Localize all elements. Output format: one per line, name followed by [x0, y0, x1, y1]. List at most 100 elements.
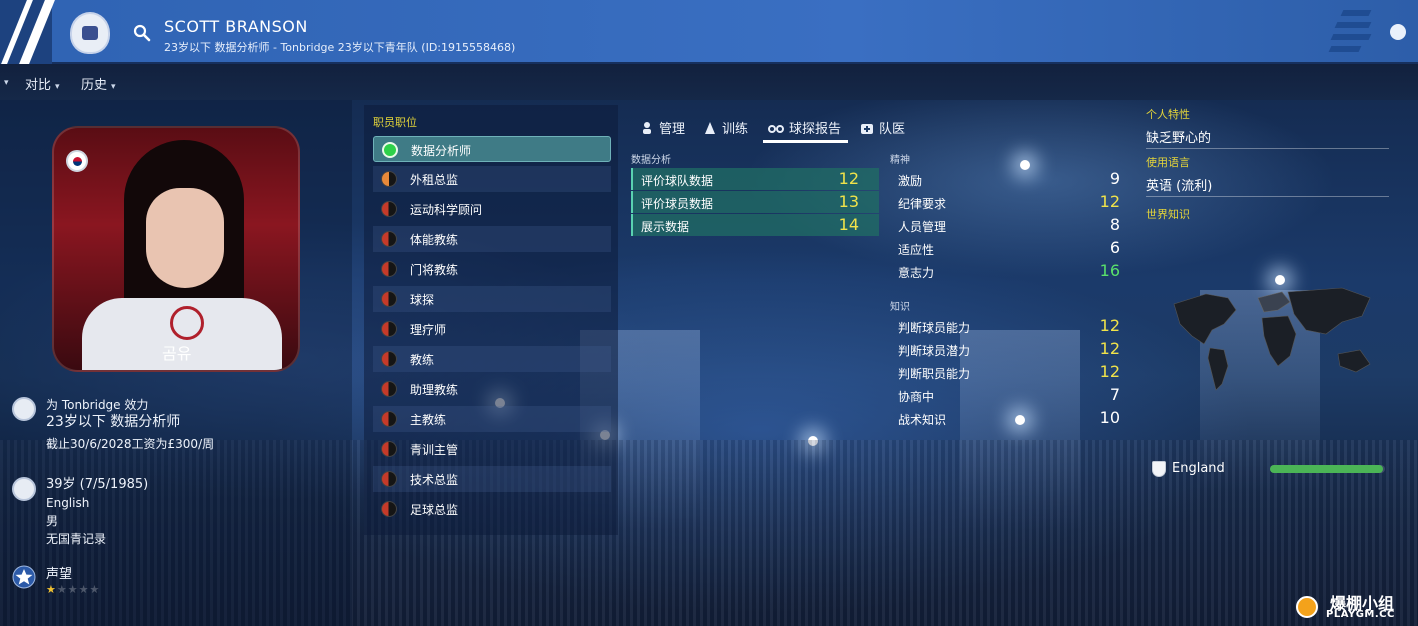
portrait-face [146, 188, 224, 288]
search-icon[interactable] [133, 24, 151, 42]
attribute-row[interactable]: 适应性 6 [890, 237, 1140, 259]
nationality: English [46, 496, 90, 510]
attribute-name: 判断球员潜力 [898, 344, 971, 358]
role-suitability-icon [381, 471, 397, 487]
person-subtitle: 23岁以下 数据分析师 - Tonbridge 23岁以下青年队 (ID:191… [164, 41, 516, 54]
role-item[interactable]: 青训主管 [373, 436, 611, 462]
role-suitability-icon [381, 171, 397, 187]
role-line: 23岁以下 数据分析师 [46, 414, 181, 430]
tab-management[interactable]: 管理 [640, 118, 685, 137]
role-item[interactable]: 门将教练 [373, 256, 611, 282]
staff-roles-panel: 职员职位 数据分析师外租总监运动科学顾问 体能教练门将教练球探理疗师教练助理教练主… [364, 105, 618, 535]
reputation-label: 声望 [46, 567, 73, 582]
attribute-row[interactable]: 展示数据 14 [631, 214, 879, 236]
tab-medical[interactable]: 队医 [860, 118, 905, 137]
attribute-row[interactable]: 人员管理 8 [890, 214, 1140, 236]
role-suitability-icon [382, 142, 398, 158]
role-item[interactable]: 运动科学顾问 [373, 196, 611, 222]
divider [1146, 196, 1389, 197]
attribute-value: 12 [1099, 192, 1120, 211]
role-item[interactable]: 外租总监 [373, 166, 611, 192]
nation-badge-icon[interactable] [12, 477, 36, 501]
globe-icon[interactable] [1390, 24, 1406, 40]
medical-icon [861, 124, 873, 134]
attribute-value: 13 [838, 192, 859, 211]
attribute-row[interactable]: 战术知识 10 [890, 407, 1140, 429]
subnav-compare-label: 对比 [25, 78, 52, 93]
mental-title: 精神 [890, 155, 910, 166]
attribute-value: 12 [1099, 339, 1120, 358]
country-label: England [1172, 461, 1225, 476]
role-item[interactable]: 主教练 [373, 406, 611, 432]
role-item[interactable]: 足球总监 [373, 496, 611, 522]
country-knowledge-bar [1270, 465, 1385, 473]
attribute-row[interactable]: 评价球员数据 13 [631, 191, 879, 213]
languages-value: 英语 (流利) [1146, 179, 1213, 194]
role-item[interactable]: 教练 [373, 346, 611, 372]
tab-training-label: 训练 [722, 122, 749, 137]
attribute-value: 14 [838, 215, 859, 234]
role-label: 外租总监 [410, 173, 459, 187]
country-knowledge-fill [1270, 465, 1383, 473]
role-label: 门将教练 [410, 263, 459, 277]
portrait-bow [170, 306, 204, 340]
tab-training[interactable]: 训练 [703, 118, 748, 137]
role-item[interactable]: 数据分析师 [373, 136, 611, 162]
subnav-history[interactable]: 历史 ▾ [81, 74, 116, 93]
portrait-caption: 곰유 [162, 344, 192, 363]
tab-management-label: 管理 [659, 122, 686, 137]
attribute-name: 展示数据 [641, 220, 690, 234]
role-item[interactable]: 助理教练 [373, 376, 611, 402]
attribute-row[interactable]: 判断职员能力 12 [890, 361, 1140, 383]
attribute-value: 12 [838, 169, 859, 188]
attribute-row[interactable]: 协商中 7 [890, 384, 1140, 406]
attribute-row[interactable]: 激励 9 [890, 168, 1140, 190]
role-suitability-icon [381, 411, 397, 427]
attribute-row[interactable]: 纪律要求 12 [890, 191, 1140, 213]
role-suitability-icon [381, 291, 397, 307]
header-decoration [1328, 0, 1380, 64]
management-icon [643, 122, 651, 134]
england-crest-icon [1152, 461, 1166, 477]
active-tab-indicator [763, 140, 848, 143]
traits-title: 个人特性 [1146, 108, 1190, 121]
attribute-row[interactable]: 评价球队数据 12 [631, 168, 879, 190]
roles-title: 职员职位 [373, 116, 417, 129]
subnav-compare[interactable]: 对比 ▾ [25, 74, 60, 93]
role-item[interactable]: 体能教练 [373, 226, 611, 252]
role-item[interactable]: 理疗师 [373, 316, 611, 342]
watermark-url: PLAYGM.CC [1326, 609, 1395, 620]
attribute-value: 16 [1099, 261, 1120, 280]
role-label: 足球总监 [410, 503, 459, 517]
age-line: 39岁 (7/5/1985) [46, 477, 149, 492]
attribute-name: 判断球员能力 [898, 321, 971, 335]
subnav-overflow[interactable]: ▾ [0, 74, 9, 89]
languages-title: 使用语言 [1146, 156, 1190, 169]
attribute-value: 12 [1099, 362, 1120, 381]
role-suitability-icon [381, 381, 397, 397]
attribute-row[interactable]: 判断球员潜力 12 [890, 338, 1140, 360]
site-watermark: 爆棚小组 PLAYGM.CC [1296, 590, 1416, 624]
world-map[interactable] [1166, 284, 1386, 394]
role-item[interactable]: 技术总监 [373, 466, 611, 492]
club-crest-icon[interactable] [70, 12, 110, 54]
reputation-stars: ★★★★★ [46, 583, 101, 596]
traits-value: 缺乏野心的 [1146, 131, 1212, 146]
role-item[interactable]: 球探 [373, 286, 611, 312]
reputation-star-icon [12, 565, 36, 589]
role-suitability-icon [381, 441, 397, 457]
attribute-row[interactable]: 判断球员能力 12 [890, 315, 1140, 337]
attribute-name: 纪律要求 [898, 197, 947, 211]
club-badge-icon[interactable] [12, 397, 36, 421]
knowledge-title: 知识 [890, 302, 910, 313]
attribute-row[interactable]: 意志力 16 [890, 260, 1140, 282]
attribute-value: 10 [1099, 408, 1120, 427]
role-label: 助理教练 [410, 383, 459, 397]
tab-scouting-label: 球探报告 [789, 122, 842, 137]
sub-navigation: ▾ 对比 ▾ 历史 ▾ [0, 64, 1418, 100]
attribute-name: 协商中 [898, 390, 935, 404]
tab-scouting[interactable]: 球探报告 [768, 118, 841, 137]
chevron-down-icon: ▾ [4, 78, 9, 88]
watermark-logo-icon [1296, 596, 1318, 618]
chevron-down-icon: ▾ [55, 82, 60, 92]
